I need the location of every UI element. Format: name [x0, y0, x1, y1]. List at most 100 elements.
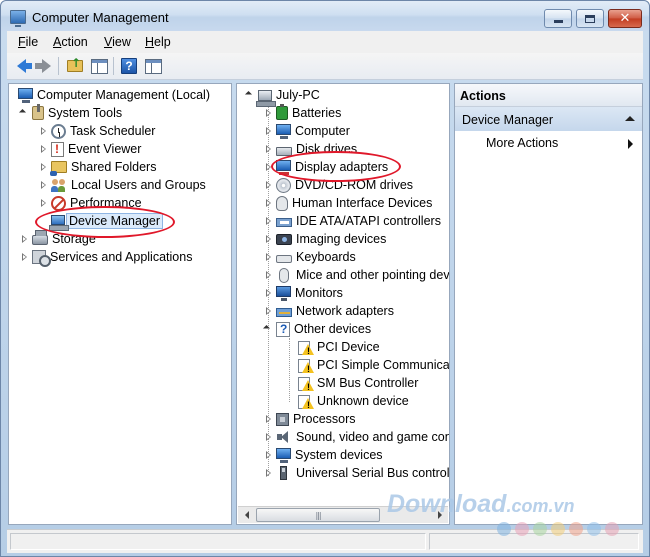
computer-management-icon — [10, 10, 26, 27]
device-category-disk-drives[interactable]: Disk drives — [263, 140, 357, 158]
close-button[interactable]: ✕ — [608, 9, 642, 28]
device-category-imaging[interactable]: Imaging devices — [263, 230, 386, 248]
computer-management-icon — [18, 88, 33, 103]
device-category-other-devices[interactable]: Other devices — [263, 320, 371, 338]
tree-item-performance[interactable]: Performance — [38, 194, 142, 212]
device-category-ide-ata[interactable]: IDE ATA/ATAPI controllers — [263, 212, 441, 230]
processor-icon — [276, 412, 289, 426]
expand-arrow-icon[interactable] — [263, 162, 273, 172]
console-tree-pane[interactable]: Computer Management (Local) System Tools… — [8, 83, 232, 525]
computer-icon — [256, 89, 276, 107]
tree-item-shared-folders[interactable]: Shared Folders — [38, 158, 156, 176]
up-one-level-button[interactable] — [65, 56, 85, 76]
keyboard-icon — [276, 255, 292, 263]
actions-section-device-manager[interactable]: Device Manager — [455, 107, 642, 131]
expand-arrow-icon[interactable] — [263, 234, 273, 244]
tree-item-event-viewer[interactable]: Event Viewer — [38, 140, 141, 158]
maximize-button[interactable] — [576, 9, 604, 28]
display-adapter-icon — [276, 160, 291, 175]
collapse-section-icon[interactable] — [625, 116, 635, 121]
device-manager-label: Device Manager — [66, 213, 164, 229]
scroll-left-button[interactable] — [238, 507, 255, 523]
expand-arrow-icon[interactable] — [263, 108, 273, 118]
collapse-arrow-icon[interactable] — [245, 90, 255, 100]
expand-arrow-icon[interactable] — [38, 126, 48, 136]
folder-up-icon — [67, 56, 83, 72]
expand-arrow-icon[interactable] — [263, 216, 273, 226]
expand-arrow-icon[interactable] — [38, 180, 48, 190]
device-manager-icon — [49, 215, 69, 231]
device-unknown-device[interactable]: ! Unknown device — [297, 392, 409, 410]
battery-icon — [276, 104, 288, 120]
device-category-mice[interactable]: Mice and other pointing dev — [263, 266, 449, 284]
hid-icon — [276, 195, 288, 211]
show-hide-action-pane-button[interactable] — [143, 56, 163, 76]
device-pci-device[interactable]: ! PCI Device — [297, 338, 380, 356]
device-category-dvd-cdrom[interactable]: DVD/CD-ROM drives — [263, 176, 413, 194]
submenu-arrow-icon[interactable] — [628, 139, 633, 149]
expand-arrow-icon[interactable] — [263, 450, 273, 460]
device-category-display-adapters[interactable]: Display adapters — [263, 158, 388, 176]
toolbar: ? — [7, 53, 643, 80]
help-icon: ? — [121, 58, 137, 74]
menu-action[interactable]: Action — [53, 35, 88, 49]
back-button[interactable] — [11, 56, 32, 76]
help-button[interactable]: ? — [119, 56, 139, 76]
collapse-arrow-icon[interactable] — [263, 324, 273, 334]
tree-item-device-manager[interactable]: Device Manager — [38, 212, 164, 231]
computer-icon — [276, 124, 291, 139]
tree-item-computer-management[interactable]: Computer Management (Local) — [13, 86, 210, 104]
device-tree-pane[interactable]: July-PC Batteries Computer Disk drives D… — [236, 83, 450, 525]
users-icon — [51, 178, 67, 193]
device-root-july-pc[interactable]: July-PC — [245, 86, 320, 107]
device-category-monitors[interactable]: Monitors — [263, 284, 343, 302]
disk-drive-icon — [276, 146, 292, 156]
expand-arrow-icon[interactable] — [263, 306, 273, 316]
expand-arrow-icon[interactable] — [38, 144, 48, 154]
expand-arrow-icon[interactable] — [263, 432, 273, 442]
device-category-hid[interactable]: Human Interface Devices — [263, 194, 432, 212]
expand-arrow-icon[interactable] — [263, 288, 273, 298]
expand-arrow-icon[interactable] — [38, 162, 48, 172]
more-actions-link[interactable]: More Actions — [486, 136, 558, 150]
menu-file[interactable]: File — [18, 35, 38, 49]
tree-item-services-applications[interactable]: Services and Applications — [19, 248, 192, 267]
expand-arrow-icon[interactable] — [263, 414, 273, 424]
shared-folder-icon — [50, 161, 67, 176]
device-category-computer[interactable]: Computer — [263, 122, 350, 140]
mouse-icon — [279, 267, 289, 283]
usb-icon — [280, 466, 287, 480]
device-category-keyboards[interactable]: Keyboards — [263, 248, 356, 266]
device-sm-bus-controller[interactable]: ! SM Bus Controller — [297, 374, 418, 392]
device-category-batteries[interactable]: Batteries — [263, 104, 341, 122]
device-category-usb-controllers[interactable]: Universal Serial Bus controlle — [263, 464, 449, 482]
show-hide-console-tree-button[interactable] — [89, 56, 109, 76]
expand-arrow-icon[interactable] — [19, 234, 29, 244]
expand-arrow-icon[interactable] — [263, 180, 273, 190]
tree-item-storage[interactable]: Storage — [19, 230, 96, 248]
expand-arrow-icon[interactable] — [263, 252, 273, 262]
tree-item-task-scheduler[interactable]: Task Scheduler — [38, 122, 155, 140]
device-category-sound-video-game[interactable]: Sound, video and game con — [263, 428, 449, 446]
device-category-network-adapters[interactable]: Network adapters — [263, 302, 394, 320]
expand-arrow-icon[interactable] — [19, 252, 29, 262]
expand-arrow-icon[interactable] — [38, 198, 48, 208]
title-bar[interactable]: Computer Management ✕ — [1, 1, 649, 31]
forward-button[interactable] — [33, 56, 53, 76]
tree-item-system-tools[interactable]: System Tools — [19, 104, 122, 122]
device-category-system-devices[interactable]: System devices — [263, 446, 383, 464]
scrollbar-thumb[interactable]: ||| — [256, 508, 380, 522]
menu-help[interactable]: Help — [145, 35, 171, 49]
expand-arrow-icon[interactable] — [263, 198, 273, 208]
menu-view[interactable]: View — [104, 35, 131, 49]
expand-arrow-icon[interactable] — [263, 126, 273, 136]
minimize-button[interactable] — [544, 9, 572, 28]
ide-controller-icon — [276, 218, 292, 227]
collapse-arrow-icon[interactable] — [19, 108, 29, 118]
expand-arrow-icon[interactable] — [263, 144, 273, 154]
device-category-processors[interactable]: Processors — [263, 410, 356, 428]
device-pci-simple-communications[interactable]: ! PCI Simple Communicat — [297, 356, 449, 374]
expand-arrow-icon[interactable] — [263, 270, 273, 280]
expand-arrow-icon[interactable] — [263, 468, 273, 478]
tree-item-local-users-groups[interactable]: Local Users and Groups — [38, 176, 206, 194]
